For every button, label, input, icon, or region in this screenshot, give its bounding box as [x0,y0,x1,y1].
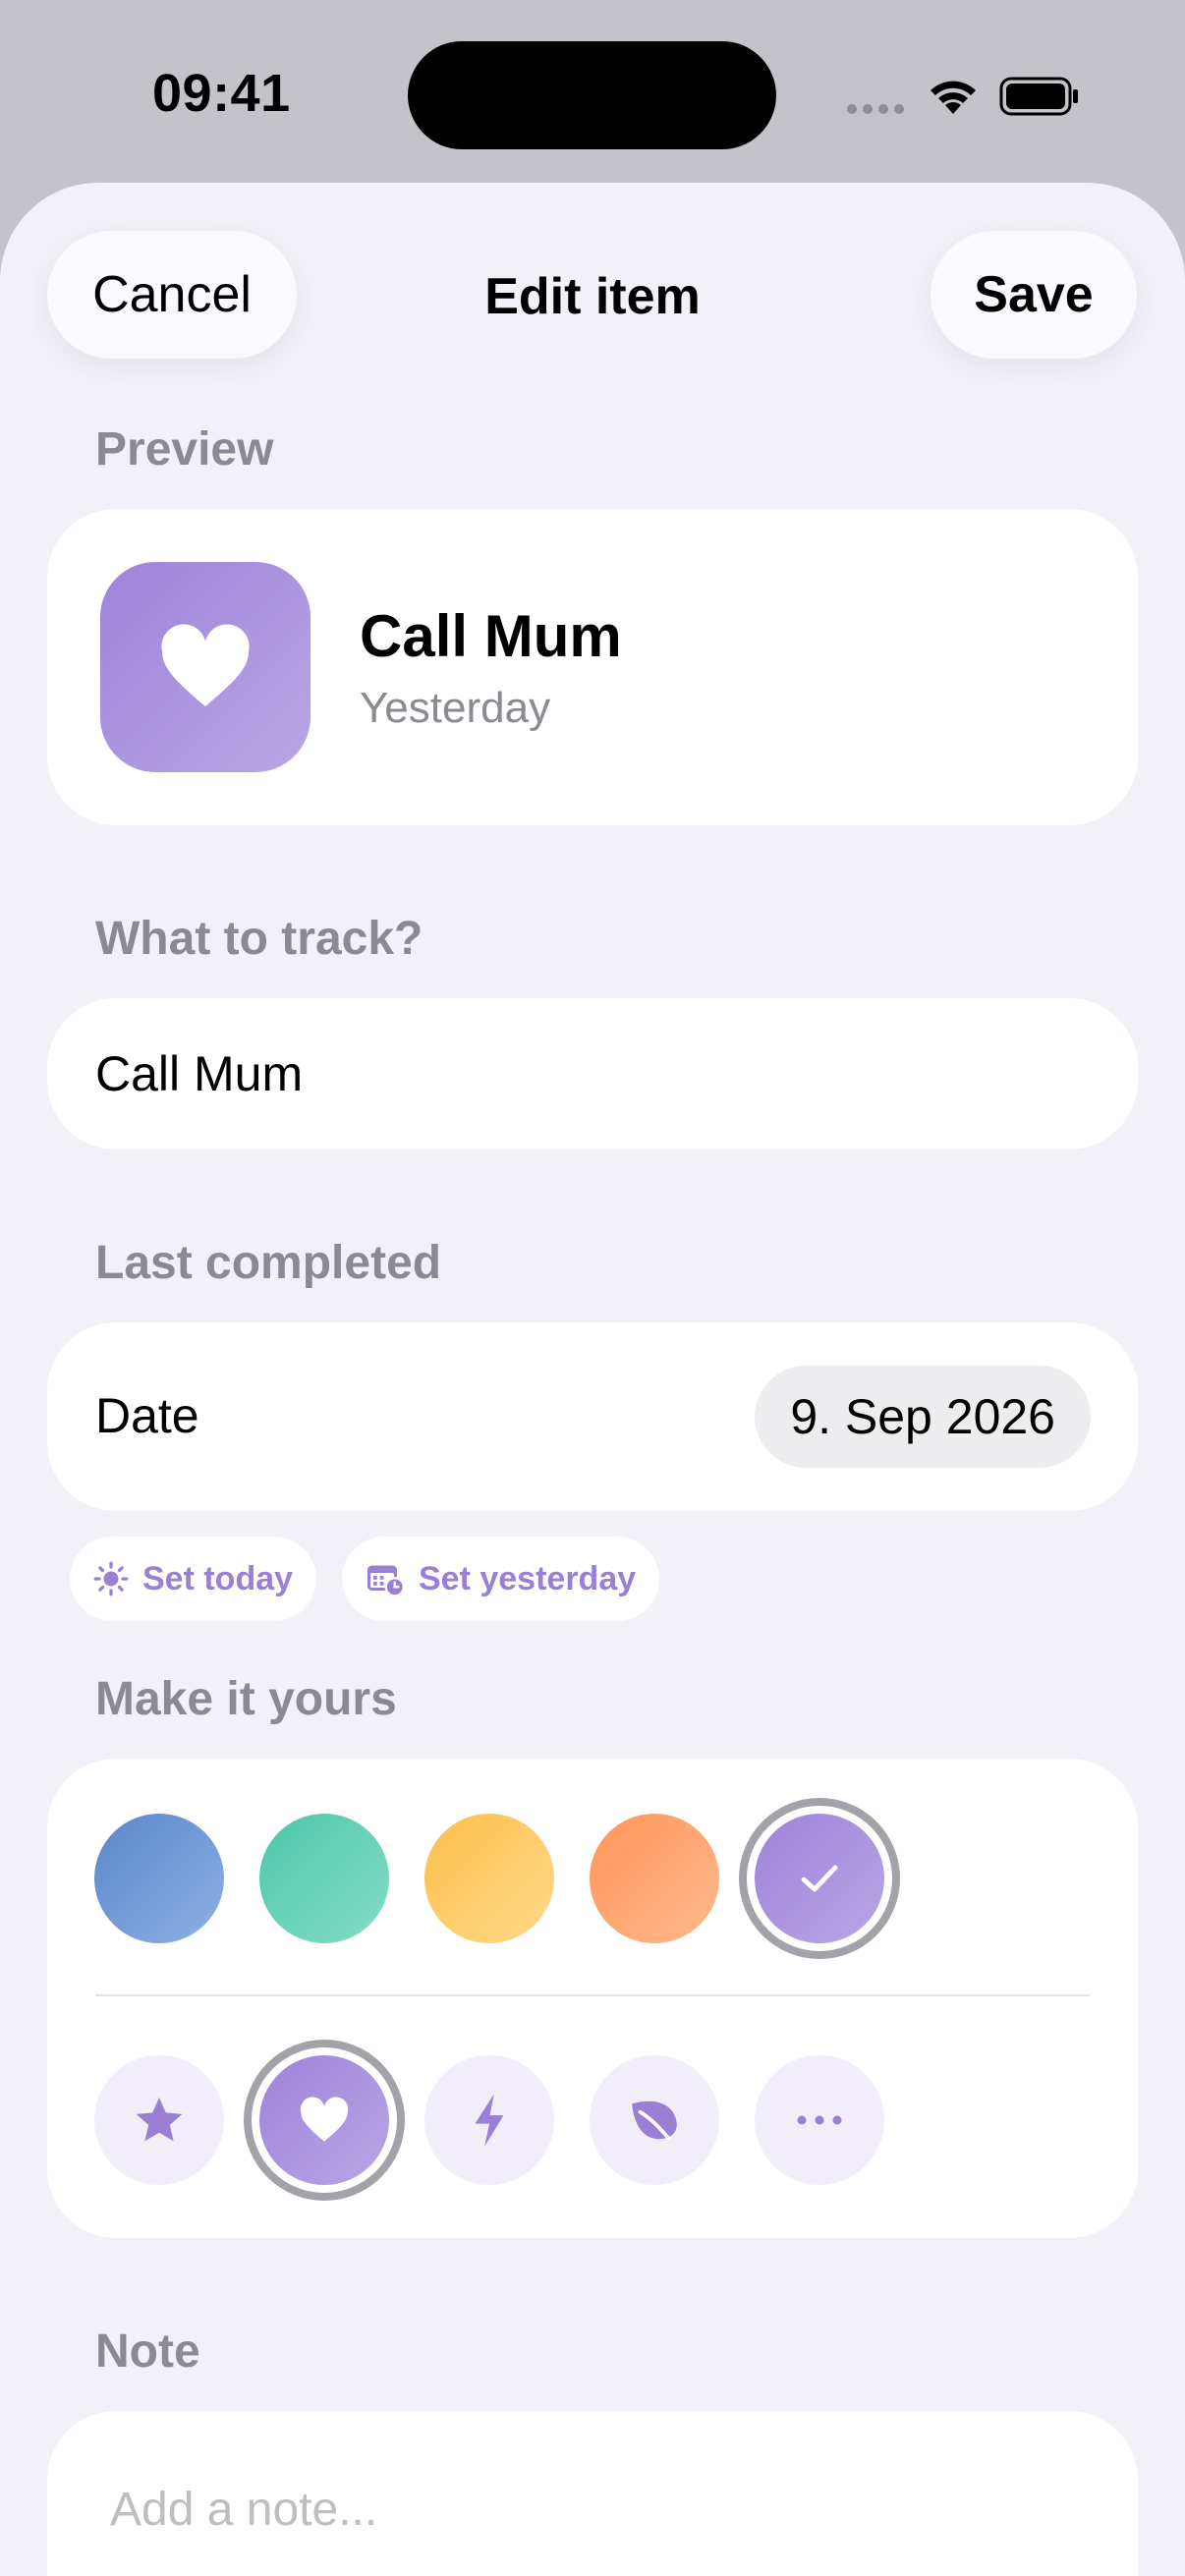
note-section-label: Note [95,2325,200,2378]
color-swatch-yellow[interactable] [424,1814,554,1943]
save-button[interactable]: Save [931,231,1137,359]
color-swatch-blue[interactable] [94,1814,224,1943]
set-yesterday-label: Set yesterday [419,1559,637,1597]
note-card [47,2411,1138,2576]
preview-subtitle: Yesterday [360,684,551,732]
bolt-icon [475,2094,504,2147]
color-swatch-orange[interactable] [590,1814,719,1943]
preview-app-icon [100,562,310,772]
icon-option-star[interactable] [94,2055,224,2185]
color-swatch-teal[interactable] [259,1814,389,1943]
date-label: Date [95,1388,199,1443]
dynamic-island [408,41,776,149]
track-section-label: What to track? [95,913,423,965]
preview-card: Call Mum Yesterday [47,509,1138,825]
note-input[interactable] [110,2411,1073,2576]
star-icon [136,2098,183,2142]
icon-option-more[interactable] [755,2055,884,2185]
heart-icon [161,624,250,706]
track-field-card [47,998,1138,1149]
date-card: Date 9. Sep 2026 [47,1322,1138,1511]
leaf-icon [632,2100,677,2141]
wifi-icon [931,81,976,114]
date-picker-button[interactable]: 9. Sep 2026 [755,1366,1091,1468]
preview-section-label: Preview [95,423,274,476]
status-time: 09:41 [152,64,291,123]
icon-option-bolt[interactable] [424,2055,554,2185]
checkmark-icon [801,1865,838,1892]
icon-option-heart[interactable] [244,2040,405,2201]
calendar-clock-icon [367,1565,405,1596]
track-name-input[interactable] [95,998,1078,1149]
heart-icon [300,2097,349,2142]
set-today-label: Set today [142,1559,294,1597]
sun-icon [93,1561,129,1596]
cellular-signal-icon [847,104,904,114]
customize-section-label: Make it yours [95,1673,397,1725]
set-today-button[interactable]: Set today [70,1537,317,1621]
more-icon [797,2115,842,2125]
preview-title: Call Mum [360,603,622,669]
battery-icon [999,77,1078,116]
divider [95,1994,1090,1996]
customize-card [47,1759,1138,2238]
set-yesterday-button[interactable]: Set yesterday [342,1537,660,1621]
last-completed-section-label: Last completed [95,1237,442,1289]
color-swatch-purple[interactable] [739,1798,900,1959]
status-icons [847,71,1083,122]
icon-option-leaf[interactable] [590,2055,719,2185]
